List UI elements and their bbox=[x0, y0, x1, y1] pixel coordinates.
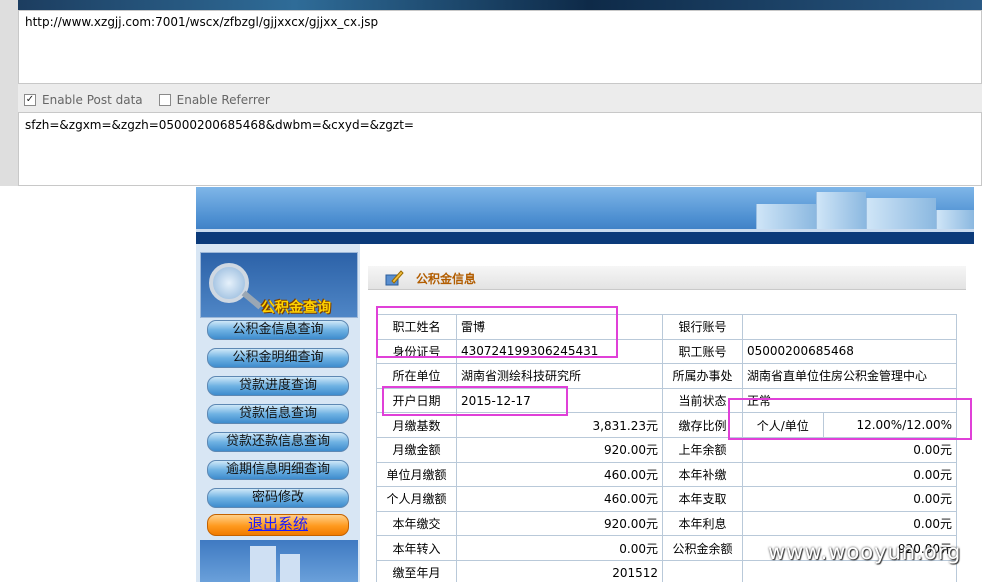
label-monthly-base: 月缴基数 bbox=[376, 412, 457, 438]
value-monthly-base: 3,831.23元 bbox=[456, 412, 663, 438]
url-input[interactable]: http://www.xzgjj.com:7001/wscx/zfbzgl/gj… bbox=[18, 10, 982, 84]
sidebar-item-overdue-detail[interactable]: 逾期信息明细查询 bbox=[207, 460, 349, 480]
value-transfer-in: 0.00元 bbox=[456, 535, 663, 561]
table-row: 所在单位 湖南省测绘科技研究所 所属办事处 湖南省直单位住房公积金管理中心 bbox=[376, 363, 957, 389]
enable-post-checkbox[interactable]: ✓ Enable Post data bbox=[24, 93, 143, 107]
label-status: 当前状态 bbox=[662, 387, 743, 414]
label-interest: 本年利息 bbox=[662, 510, 743, 537]
value-employer: 湖南省测绘科技研究所 bbox=[456, 363, 663, 389]
value-supplement: 0.00元 bbox=[742, 461, 957, 488]
label-bank-account: 银行账号 bbox=[662, 314, 743, 340]
value-office: 湖南省直单位住房公积金管理中心 bbox=[742, 363, 957, 389]
logout-button[interactable]: 退出系统 bbox=[207, 514, 349, 536]
label-employee-account: 职工账号 bbox=[662, 338, 743, 365]
label-monthly-amount: 月缴金额 bbox=[376, 436, 457, 463]
label-open-date: 开户日期 bbox=[376, 387, 457, 414]
label-office: 所属办事处 bbox=[662, 363, 743, 389]
checkbox-unchecked-icon bbox=[158, 94, 171, 106]
ratio-cell: 个人/单位 12.00%/12.00% bbox=[742, 412, 957, 438]
sidebar-item-fund-detail[interactable]: 公积金明细查询 bbox=[207, 348, 349, 368]
value-status: 正常 bbox=[742, 387, 957, 414]
label-personal-monthly: 个人月缴额 bbox=[376, 486, 457, 512]
value-personal-monthly: 460.00元 bbox=[456, 486, 663, 512]
label-id-number: 身份证号 bbox=[376, 338, 457, 365]
table-row: 月缴金额 920.00元 上年余额 0.00元 bbox=[376, 436, 957, 463]
table-row: 职工姓名 雷博 银行账号 bbox=[376, 314, 957, 340]
edit-document-icon bbox=[385, 270, 404, 286]
value-employee-account: 05000200685468 bbox=[742, 338, 957, 365]
value-last-year-balance: 0.00元 bbox=[742, 436, 957, 463]
label-supplement: 本年补缴 bbox=[662, 461, 743, 488]
value-interest: 0.00元 bbox=[742, 510, 957, 537]
label-year-paid: 本年缴交 bbox=[376, 510, 457, 537]
value-bank-account bbox=[742, 314, 957, 340]
enable-post-label: Enable Post data bbox=[42, 93, 143, 107]
value-name: 雷博 bbox=[456, 314, 663, 340]
sidebar-item-change-password[interactable]: 密码修改 bbox=[207, 488, 349, 508]
sidebar: 公积金查询 公积金信息查询 公积金明细查询 贷款进度查询 贷款信息查询 贷款还款… bbox=[196, 244, 360, 582]
value-paid-until: 201512 bbox=[456, 559, 663, 582]
table-row: 单位月缴额 460.00元 本年补缴 0.00元 bbox=[376, 461, 957, 488]
site-banner bbox=[196, 187, 974, 244]
label-withdrawal: 本年支取 bbox=[662, 486, 743, 512]
table-row: 月缴基数 3,831.23元 缴存比例 个人/单位 12.00%/12.00% bbox=[376, 412, 957, 438]
value-year-paid: 920.00元 bbox=[456, 510, 663, 537]
value-ratio: 12.00%/12.00% bbox=[856, 418, 952, 433]
enable-referrer-label: Enable Referrer bbox=[176, 93, 270, 107]
logo-title: 公积金查询 bbox=[261, 300, 331, 316]
post-data-input[interactable]: sfzh=&zgxm=&zgzh=05000200685468&dwbm=&cx… bbox=[18, 112, 982, 186]
label-employer-monthly: 单位月缴额 bbox=[376, 461, 457, 488]
section-title: 公积金信息 bbox=[416, 272, 477, 286]
table-row: 身份证号 430724199306245431 职工账号 05000200685… bbox=[376, 338, 957, 365]
table-row: 本年缴交 920.00元 本年利息 0.00元 bbox=[376, 510, 957, 537]
sidebar-item-loan-progress[interactable]: 贷款进度查询 bbox=[207, 376, 349, 396]
label-name: 职工姓名 bbox=[376, 314, 457, 340]
label-empty bbox=[662, 559, 743, 582]
label-employer: 所在单位 bbox=[376, 363, 457, 389]
value-id-number: 430724199306245431 bbox=[456, 338, 663, 365]
sidebar-item-fund-info[interactable]: 公积金信息查询 bbox=[207, 320, 349, 340]
sidebar-item-loan-repayment[interactable]: 贷款还款信息查询 bbox=[207, 432, 349, 452]
value-open-date: 2015-12-17 bbox=[456, 387, 663, 414]
label-paid-until: 缴至年月 bbox=[376, 559, 457, 582]
value-monthly-amount: 920.00元 bbox=[456, 436, 663, 463]
sidebar-building-image bbox=[200, 540, 358, 582]
label-transfer-in: 本年转入 bbox=[376, 535, 457, 561]
left-rail bbox=[0, 0, 18, 186]
main-content: 公积金信息 职工姓名 雷博 银行账号 身份证号 4307241993062454… bbox=[360, 244, 974, 582]
table-row: 个人月缴额 460.00元 本年支取 0.00元 bbox=[376, 486, 957, 512]
options-row: ✓ Enable Post data Enable Referrer bbox=[18, 90, 982, 110]
value-employer-monthly: 460.00元 bbox=[456, 461, 663, 488]
request-panel: http://www.xzgjj.com:7001/wscx/zfbzgl/gj… bbox=[0, 0, 982, 186]
value-withdrawal: 0.00元 bbox=[742, 486, 957, 512]
table-row: 开户日期 2015-12-17 当前状态 正常 bbox=[376, 387, 957, 414]
watermark: www.wooyun.org bbox=[768, 540, 962, 564]
label-contribution-ratio: 缴存比例 bbox=[662, 412, 743, 438]
enable-referrer-checkbox[interactable]: Enable Referrer bbox=[158, 93, 270, 107]
section-header: 公积金信息 bbox=[368, 266, 966, 290]
label-fund-balance: 公积金余额 bbox=[662, 535, 743, 561]
sidebar-item-loan-info[interactable]: 贷款信息查询 bbox=[207, 404, 349, 424]
ratio-sublabel: 个人/单位 bbox=[743, 413, 824, 437]
label-last-year-balance: 上年余额 bbox=[662, 436, 743, 463]
query-logo: 公积金查询 bbox=[200, 252, 358, 318]
checkbox-checked-icon: ✓ bbox=[24, 94, 36, 106]
